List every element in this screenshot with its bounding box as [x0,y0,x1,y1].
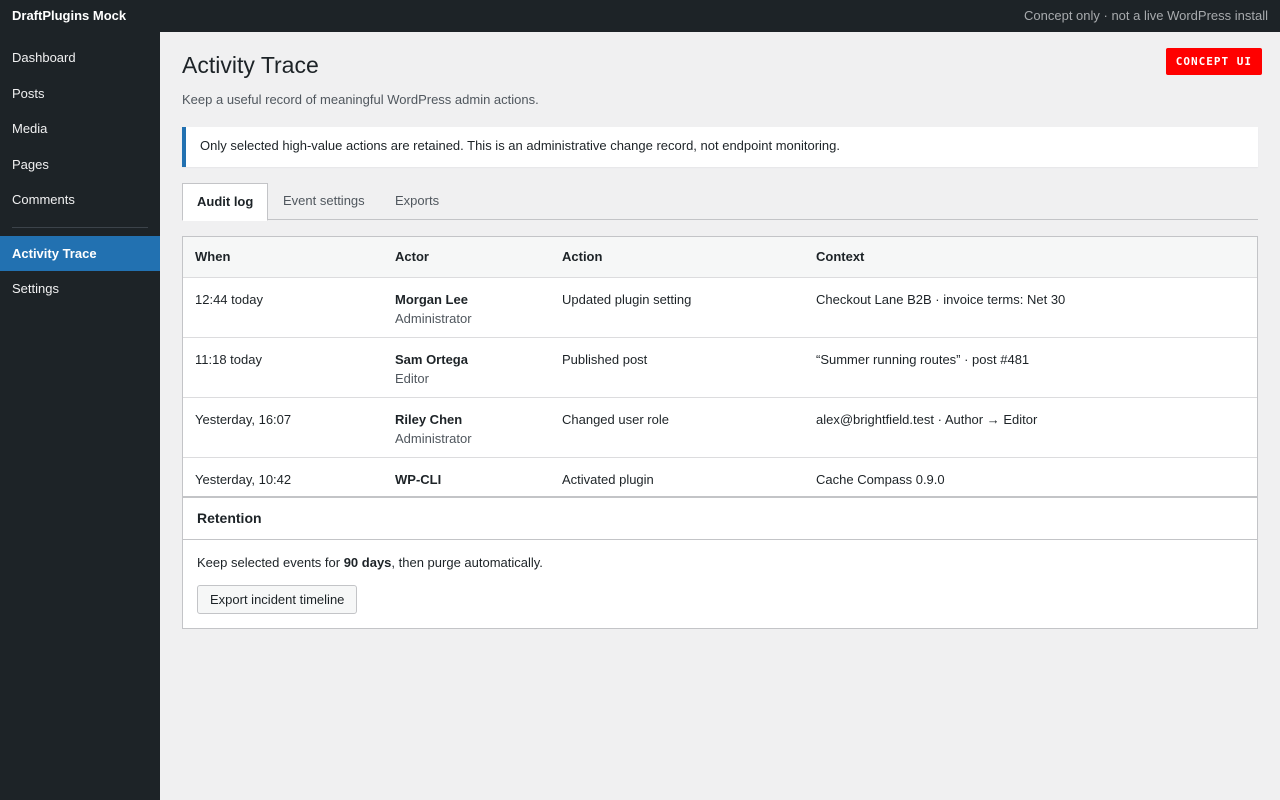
actor-name: Morgan Lee [395,292,468,307]
table-row: Yesterday, 10:42 WP-CLI Activated plugin… [183,458,1257,498]
cell-actor: Riley Chen Administrator [395,410,472,448]
actor-role: Administrator [395,311,472,326]
audit-log-panel: When Actor Action Context 12:44 today Mo… [182,236,1258,629]
page-title: Activity Trace [182,52,319,78]
menu-item-activity-trace[interactable]: Activity Trace [0,235,160,271]
column-header-action: Action [562,249,603,264]
main-content: CONCEPT UI Activity Trace Keep a useful … [160,32,1280,800]
menu-item-comments[interactable]: Comments [0,182,160,218]
table-row: Yesterday, 16:07 Riley Chen Administrato… [183,398,1257,458]
admin-bar: DraftPlugins Mock Concept only · not a l… [0,0,1280,32]
table-row: 12:44 today Morgan Lee Administrator Upd… [183,278,1257,338]
cell-context: Cache Compass 0.9.0 [816,472,945,487]
actor-name: Riley Chen [395,412,463,427]
cell-context: alex@brightfield.test · Author → Editor [816,412,1038,427]
column-header-when: When [195,249,231,264]
retention-section: Keep selected events for 90 days, then p… [183,540,1257,628]
retention-text-after: , then purge automatically. [391,555,543,570]
cell-actor: Sam Ortega Editor [395,350,468,388]
menu-item-media[interactable]: Media [0,111,160,147]
concept-note: Concept only · not a live WordPress inst… [1024,8,1268,23]
retention-description: Keep selected events for 90 days, then p… [197,555,1243,570]
tab-bar: Audit log Event settings Exports [182,183,1258,221]
column-header-context: Context [816,249,865,264]
menu-item-pages[interactable]: Pages [0,147,160,183]
column-header-actor: Actor [395,249,429,264]
cell-when: Yesterday, 10:42 [195,472,292,487]
retention-days: 90 days [343,555,392,570]
cell-when: Yesterday, 16:07 [195,412,292,427]
site-name[interactable]: DraftPlugins Mock [12,8,126,23]
menu-separator [12,226,148,228]
retention-text-before: Keep selected events for [197,555,344,570]
tab-exports[interactable]: Exports [381,183,453,220]
cell-action: Updated plugin setting [562,292,692,307]
actor-name: WP-CLI [395,472,442,487]
actor-name: Sam Ortega [395,352,468,367]
export-incident-timeline-button[interactable]: Export incident timeline [197,585,358,614]
concept-ui-badge: CONCEPT UI [1165,48,1262,75]
menu-item-settings[interactable]: Settings [0,271,160,307]
cell-action: Changed user role [562,412,669,427]
menu-item-posts[interactable]: Posts [0,76,160,112]
tab-event-settings[interactable]: Event settings [269,183,379,220]
table-row: 11:18 today Sam Ortega Editor Published … [183,338,1257,398]
cell-when: 11:18 today [195,352,262,367]
actor-role: Administrator [395,431,472,446]
cell-actor: WP-CLI [395,470,441,489]
info-notice: Only selected high-value actions are ret… [182,127,1258,167]
menu-item-dashboard[interactable]: Dashboard [0,40,160,76]
cell-actor: Morgan Lee Administrator [395,290,472,328]
cell-context: “Summer running routes” · post #481 [816,352,1030,367]
retention-title: Retention [183,498,1257,540]
admin-menu: Dashboard Posts Media Pages Comments Act… [0,32,160,307]
cell-action: Published post [562,352,648,367]
cell-when: 12:44 today [195,292,263,307]
page-subtitle: Keep a useful record of meaningful WordP… [182,92,539,107]
actor-role: Editor [395,371,429,386]
table-header: When Actor Action Context [183,237,1257,278]
cell-action: Activated plugin [562,472,654,487]
cell-context: Checkout Lane B2B · invoice terms: Net 3… [816,292,1066,307]
tab-audit-log[interactable]: Audit log [182,183,269,221]
admin-sidebar: Dashboard Posts Media Pages Comments Act… [0,32,160,800]
